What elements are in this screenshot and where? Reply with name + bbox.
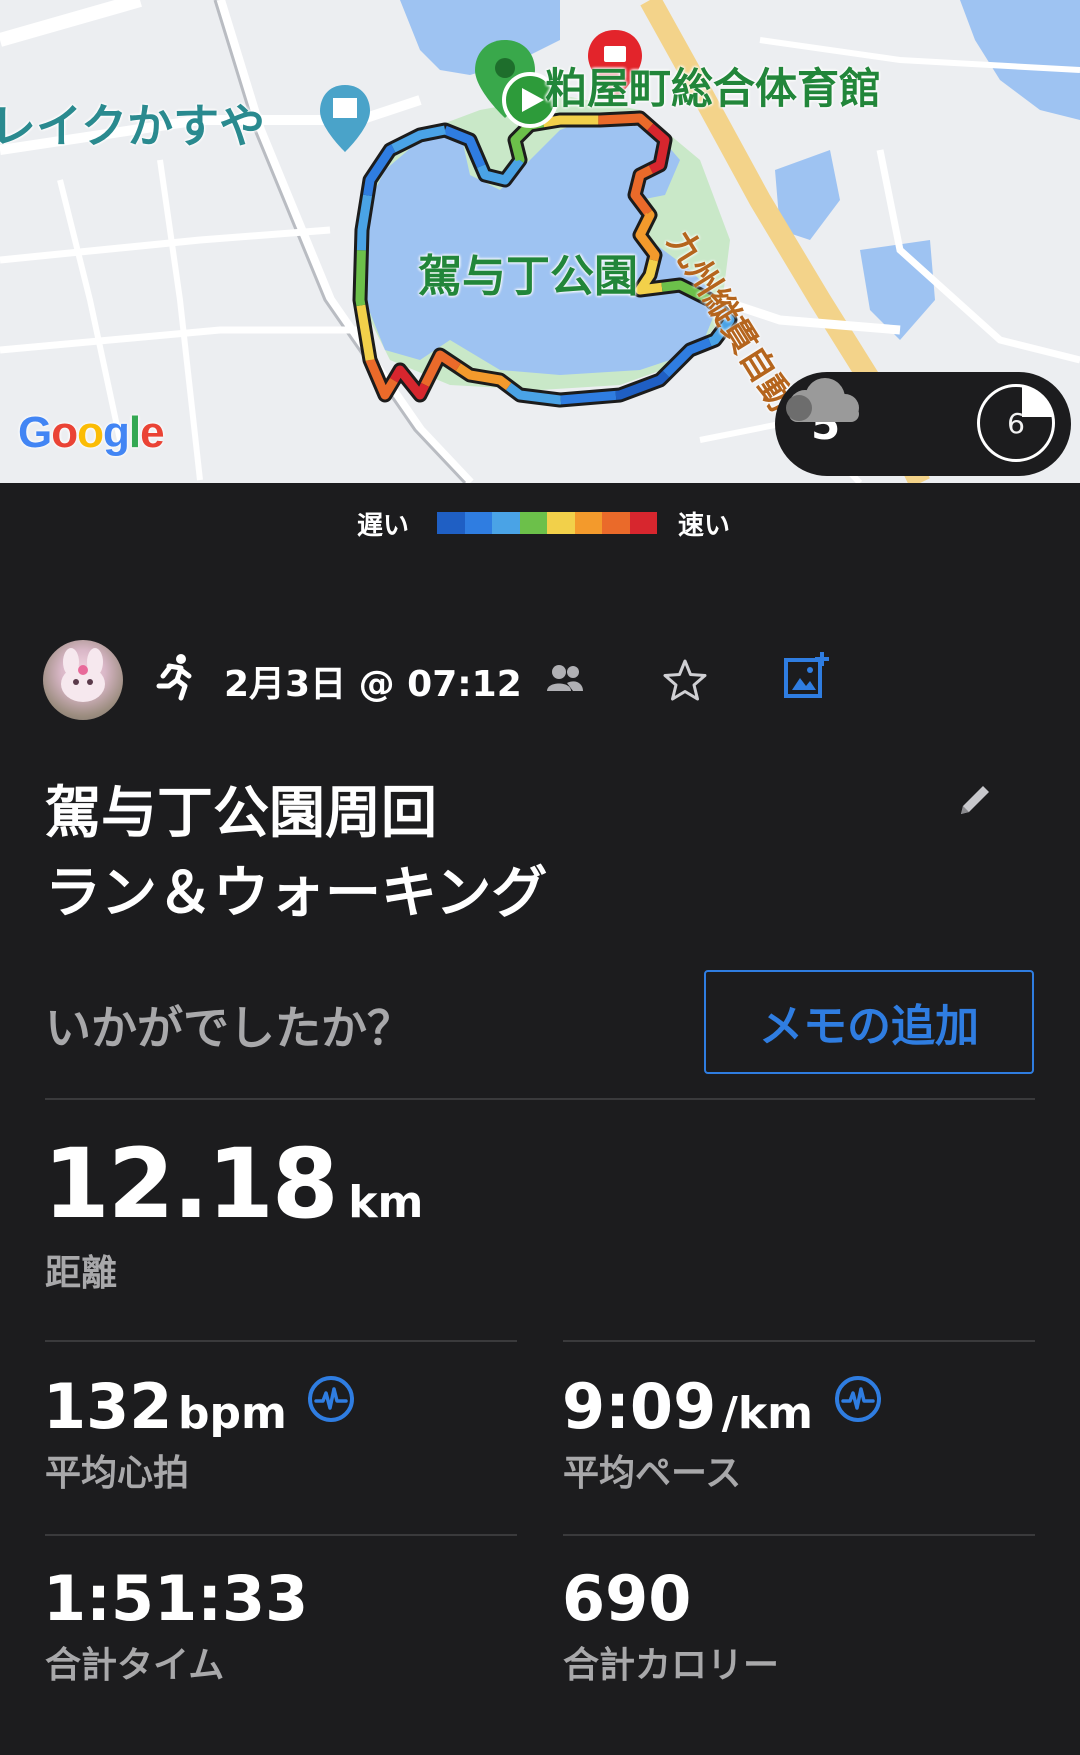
- total-time-value: 1:51:33: [43, 1562, 309, 1635]
- weather-widget[interactable]: 5° 6: [775, 372, 1071, 476]
- pace-graph-icon[interactable]: [833, 1374, 883, 1424]
- place-label-gym: 粕屋町総合体育館: [545, 64, 882, 113]
- distance-value: 12.18: [43, 1128, 339, 1240]
- pace-value: 9:09: [562, 1370, 717, 1443]
- heart-rate-graph-icon[interactable]: [306, 1374, 356, 1424]
- running-icon: [156, 654, 192, 701]
- heart-rate-label: 平均心拍: [45, 1453, 190, 1494]
- legend-segment: [464, 512, 492, 534]
- legend-fast-label: 速い: [678, 511, 731, 541]
- people-icon[interactable]: [545, 663, 585, 693]
- divider: [45, 1098, 1035, 1100]
- activity-title-line1[interactable]: 駕与丁公園周回: [45, 768, 437, 849]
- divider: [45, 1340, 517, 1342]
- divider: [45, 1534, 517, 1536]
- legend-segment: [574, 512, 602, 534]
- activity-title-line2[interactable]: ラン＆ウォーキング: [45, 848, 547, 929]
- star-icon[interactable]: [662, 658, 708, 702]
- legend-segment: [519, 512, 547, 534]
- heart-rate-unit: bpm: [178, 1388, 287, 1439]
- pace-stat: 9:09 /km: [562, 1370, 883, 1443]
- heart-rate-value: 132: [43, 1370, 173, 1443]
- distance-label: 距離: [45, 1253, 118, 1294]
- legend-segment: [492, 512, 520, 534]
- activity-datetime: 2月3日 @ 07:12: [224, 664, 522, 705]
- calories-value: 690: [562, 1562, 692, 1635]
- legend-slow-label: 遅い: [357, 511, 410, 541]
- legend-segment: [602, 512, 630, 534]
- add-photo-icon[interactable]: [782, 650, 832, 702]
- distance-stat: 12.18 km: [43, 1128, 423, 1240]
- total-time-label: 合計タイム: [45, 1645, 225, 1686]
- avatar[interactable]: [43, 640, 123, 720]
- legend-segment: [547, 512, 575, 534]
- pace-unit: /km: [721, 1388, 813, 1439]
- route-map[interactable]: レイクかすや 粕屋町総合体育館 駕与丁公園 九州縦貫自動車 Google 5° …: [0, 0, 1080, 483]
- place-label-rake: レイクかすや: [0, 99, 266, 153]
- place-label-park: 駕与丁公園: [418, 251, 638, 302]
- edit-pencil-icon[interactable]: [955, 780, 995, 820]
- divider: [563, 1340, 1035, 1342]
- feedback-prompt: いかがでしたか？: [45, 1001, 413, 1055]
- pace-label: 平均ペース: [563, 1453, 742, 1494]
- divider: [563, 1534, 1035, 1536]
- legend-color-bar: [437, 512, 657, 534]
- google-logo: Google: [18, 408, 165, 457]
- uv-index-badge: 6: [977, 384, 1055, 462]
- cloud-icon: [786, 378, 859, 422]
- calories-label: 合計カロリー: [563, 1645, 780, 1686]
- heart-rate-stat: 132 bpm: [43, 1370, 356, 1443]
- legend-segment: [437, 512, 465, 534]
- legend-segment: [629, 512, 657, 534]
- add-memo-button[interactable]: メモの追加: [704, 970, 1034, 1074]
- distance-unit: km: [348, 1177, 424, 1228]
